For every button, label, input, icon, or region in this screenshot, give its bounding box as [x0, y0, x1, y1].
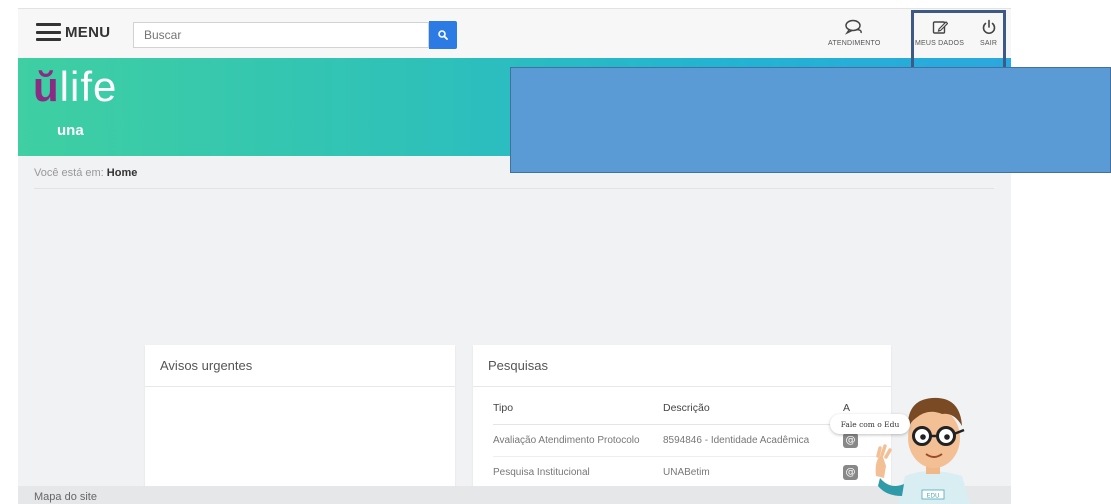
breadcrumb-prefix: Você está em:: [34, 167, 104, 179]
breadcrumb-divider: [34, 188, 994, 189]
table-header-row: Tipo Descrição A: [493, 387, 879, 425]
menu-label: MENU: [65, 23, 111, 41]
logo-una: una: [57, 122, 84, 139]
table-row: Pesquisa Institucional UNABetim @: [493, 456, 879, 489]
cell-tipo: Pesquisa Institucional: [493, 456, 663, 489]
blue-overlay-box: [510, 67, 1111, 173]
highlight-box: [911, 10, 1006, 70]
hamburger-icon: [36, 23, 61, 41]
at-icon[interactable]: @: [843, 433, 858, 448]
sitemap-link[interactable]: Mapa do site: [34, 491, 97, 503]
main-content: Você está em: Home Avisos urgentes Pesqu…: [18, 156, 1011, 504]
cell-descricao: 8594846 - Identidade Acadêmica: [663, 424, 843, 457]
avisos-card: Avisos urgentes: [145, 345, 455, 504]
footer: Mapa do site: [18, 486, 1011, 504]
breadcrumb-current[interactable]: Home: [107, 167, 138, 179]
logo-u-mark: ŭ: [33, 63, 60, 110]
breadcrumb: Você está em: Home: [34, 167, 137, 179]
edu-mascot[interactable]: EDU: [870, 378, 990, 504]
mascot-shirt-text: EDU: [927, 493, 940, 500]
column-header-tipo: Tipo: [493, 387, 663, 425]
chat-icon: [845, 19, 863, 35]
cell-tipo: Avaliação Atendimento Protocolo: [493, 424, 663, 457]
table-row: Avaliação Atendimento Protocolo 8594846 …: [493, 424, 879, 457]
atendimento-button[interactable]: ATENDIMENTO: [828, 19, 881, 47]
search-input[interactable]: [133, 22, 429, 48]
avisos-title: Avisos urgentes: [145, 345, 455, 387]
at-icon[interactable]: @: [843, 465, 858, 480]
pesquisas-card: Pesquisas Tipo Descrição A Avaliação Ate…: [473, 345, 891, 504]
logo-text: life: [59, 63, 118, 110]
top-bar: MENU ATENDIMENTO MEUS DADOS SAIR: [18, 8, 1011, 58]
atendimento-label: ATENDIMENTO: [828, 40, 881, 47]
pesquisas-title: Pesquisas: [473, 345, 891, 387]
pesquisas-table: Tipo Descrição A Avaliação Atendimento P…: [493, 387, 879, 489]
cell-descricao: UNABetim: [663, 456, 843, 489]
search-button[interactable]: [429, 21, 457, 49]
menu-button[interactable]: MENU: [36, 23, 110, 41]
ulife-logo: ŭlife una: [33, 63, 118, 140]
chat-bubble[interactable]: Fale com o Edu: [830, 414, 910, 434]
column-header-descricao: Descrição: [663, 387, 843, 425]
bubble-text: Fale com o Edu: [840, 419, 900, 429]
search-icon: [438, 30, 448, 40]
